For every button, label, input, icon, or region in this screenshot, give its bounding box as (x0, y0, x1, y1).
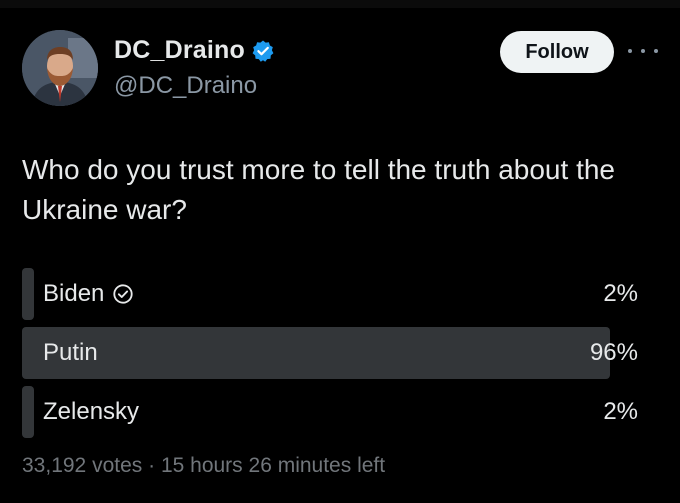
poll-bar (22, 327, 610, 379)
poll-meta: 33,192 votes · 15 hours 26 minutes left (22, 454, 385, 478)
avatar[interactable] (22, 30, 98, 106)
meta-separator: · (148, 454, 156, 477)
poll: Biden 2% Putin 96% Zelensky 2% (22, 268, 638, 445)
poll-option-putin[interactable]: Putin 96% (22, 327, 638, 379)
verified-badge-icon (252, 40, 274, 62)
poll-option-label: Biden (43, 280, 105, 307)
poll-option-label: Zelensky (43, 398, 140, 425)
poll-bar (22, 268, 35, 320)
poll-option-zelensky[interactable]: Zelensky 2% (22, 386, 638, 438)
follow-button[interactable]: Follow (500, 31, 614, 73)
poll-option-biden[interactable]: Biden 2% (22, 268, 638, 320)
post-text: Who do you trust more to tell the truth … (22, 154, 615, 225)
poll-option-percent: 2% (603, 398, 638, 425)
author-display-name[interactable]: DC_Draino (114, 36, 245, 65)
ellipsis-icon (628, 49, 632, 53)
vote-count: 33,192 votes (22, 454, 143, 477)
ellipsis-icon (641, 49, 645, 53)
author-handle[interactable]: @DC_Draino (114, 72, 257, 100)
top-divider (0, 0, 680, 8)
profile-photo-icon (22, 30, 98, 106)
poll-option-percent: 96% (589, 339, 638, 366)
poll-bar (22, 386, 35, 438)
voted-check-icon (113, 284, 134, 304)
poll-option-percent: 2% (603, 280, 638, 307)
time-left: 15 hours 26 minutes left (160, 454, 386, 477)
poll-option-label: Putin (43, 339, 98, 366)
ellipsis-icon (654, 49, 658, 53)
more-options-button[interactable] (628, 44, 658, 58)
